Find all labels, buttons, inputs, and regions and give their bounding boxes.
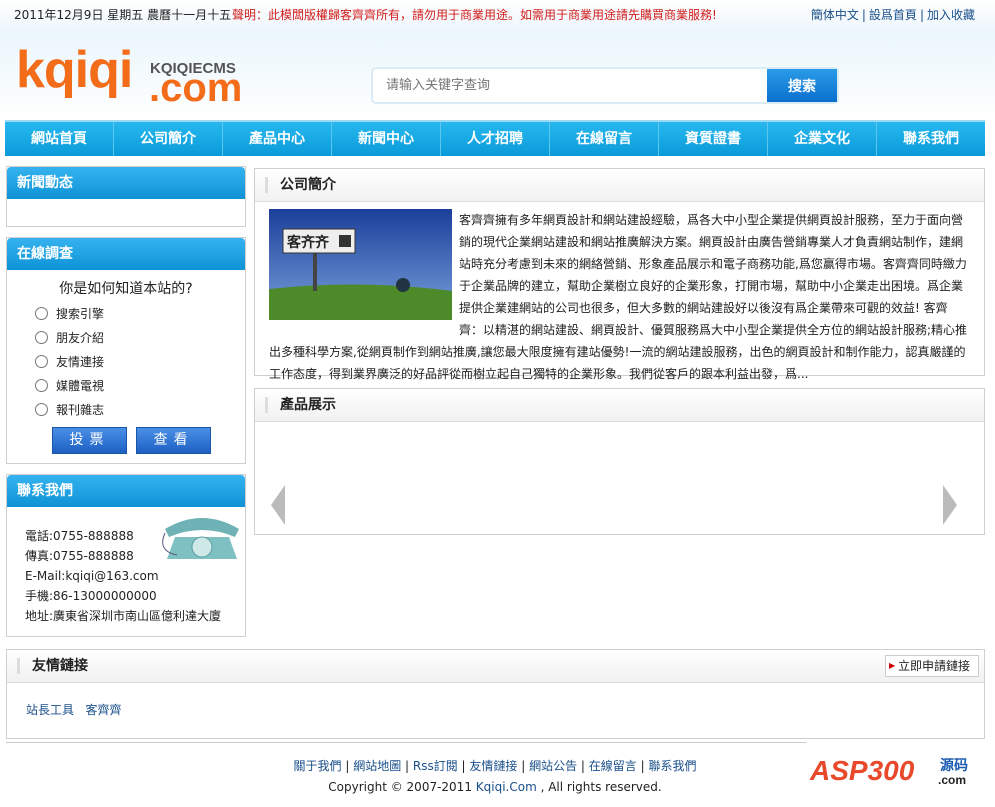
- apply-link-label: 立即申請鏈接: [897, 659, 970, 673]
- survey-option[interactable]: 搜索引擎: [7, 301, 245, 325]
- nav-certificates[interactable]: 資質證書: [659, 122, 768, 156]
- radio-button[interactable]: [35, 330, 48, 344]
- footer-link-notice[interactable]: 網站公告: [529, 759, 577, 773]
- nav-home[interactable]: 網站首頁: [5, 122, 114, 156]
- logo-domain: .com: [149, 66, 243, 110]
- products-panel: 產品展示: [254, 388, 985, 535]
- set-homepage-link[interactable]: 設爲首頁: [869, 8, 917, 22]
- badge-sub: 源码: [940, 758, 968, 774]
- option-label: 朋友介紹: [56, 330, 105, 345]
- contact-panel: 聯系我們 電話:0755-888888 傳真:0755-888888 E-Mai…: [6, 474, 246, 637]
- nav-products[interactable]: 產品中心: [223, 122, 332, 156]
- survey-option[interactable]: 朋友介紹: [7, 325, 245, 349]
- footer-link-rss[interactable]: Rss訂閱: [413, 759, 458, 773]
- date-text: 2011年12月9日 星期五 農曆十一月十五: [14, 8, 232, 22]
- badge-main: ASP300: [810, 755, 915, 786]
- nav-jobs[interactable]: 人才招聘: [441, 122, 550, 156]
- survey-option[interactable]: 友情連接: [7, 349, 245, 373]
- option-label: 報刊雜志: [56, 402, 105, 417]
- survey-title: 在線調查: [7, 238, 245, 270]
- radio-button[interactable]: [35, 378, 48, 392]
- survey-option[interactable]: 媒體電視: [7, 373, 245, 397]
- friend-link[interactable]: 站長工具: [26, 703, 74, 717]
- radio-button[interactable]: [35, 306, 48, 320]
- radio-button[interactable]: [35, 354, 48, 368]
- nav-culture[interactable]: 企業文化: [768, 122, 877, 156]
- products-title: 產品展示: [255, 389, 984, 422]
- top-bar: 2011年12月9日 星期五 農曆十一月十五 聲明：此模闆版權歸客齊齊所有，請勿…: [0, 0, 995, 30]
- option-label: 友情連接: [56, 354, 105, 369]
- simplified-chinese-link[interactable]: 簡体中文: [811, 8, 859, 22]
- copyright-text: Copyright © 2007-2011: [328, 780, 476, 794]
- main-nav: 網站首頁 公司簡介 產品中心 新聞中心 人才招聘 在線留言 資質證書 企業文化 …: [5, 120, 985, 156]
- view-results-button[interactable]: 查看: [136, 427, 211, 454]
- option-label: 媒體電視: [56, 378, 105, 393]
- asp300-badge: ASP300 源码 .com: [810, 745, 970, 795]
- site-link[interactable]: Kqiqi.Com: [476, 780, 537, 794]
- nav-contact[interactable]: 聯系我們: [877, 122, 985, 156]
- contact-title: 聯系我們: [7, 475, 245, 507]
- arrow-right-icon[interactable]: [941, 485, 959, 525]
- nav-about[interactable]: 公司簡介: [114, 122, 223, 156]
- footer-link-contact[interactable]: 聯系我們: [648, 759, 696, 773]
- friend-link[interactable]: 客齊齊: [85, 703, 121, 717]
- badge-domain: .com: [938, 773, 967, 787]
- about-text: 客齊齊擁有多年網頁設計和網站建設經驗，爲各大中小型企業提供網頁設計服務，至力于面…: [269, 209, 969, 385]
- apply-link-button[interactable]: ▶ 立即申請鏈接: [884, 655, 979, 677]
- friendlinks-title: 友情鏈接: [7, 650, 984, 683]
- survey-question: 你是如何知道本站的?: [59, 281, 193, 297]
- top-links: 簡体中文 | 設爲首頁 | 加入收藏: [810, 8, 975, 22]
- footer-link-message[interactable]: 在線留言: [589, 759, 637, 773]
- survey-panel: 在線調查 你是如何知道本站的? 搜索引擎 朋友介紹 友情連接 媒體電視 報刊雜志…: [6, 237, 246, 464]
- footer-link-sitemap[interactable]: 網站地圖: [353, 759, 401, 773]
- news-title: 新聞動态: [7, 167, 245, 199]
- contact-mobile: 手機:86-13000000000: [25, 589, 157, 603]
- copyright-suffix: , All rights reserved.: [536, 780, 662, 794]
- arrow-right-icon: ▶: [888, 661, 896, 670]
- contact-address: 地址:廣東省深圳市南山區億利達大廈: [25, 609, 222, 623]
- radio-button[interactable]: [35, 402, 48, 416]
- search-button[interactable]: 搜索: [767, 69, 837, 102]
- nav-message[interactable]: 在線留言: [550, 122, 659, 156]
- contact-email: E-Mail:kqiqi@163.com: [25, 569, 159, 583]
- search-input[interactable]: [373, 69, 763, 102]
- survey-option[interactable]: 報刊雜志: [7, 397, 245, 421]
- footer-divider: [6, 742, 806, 743]
- logo-main: kqiqi: [16, 41, 133, 99]
- footer-link-friends[interactable]: 友情鏈接: [469, 759, 517, 773]
- about-title: 公司簡介: [255, 169, 984, 202]
- vote-button[interactable]: 投票: [52, 427, 127, 454]
- copyright-notice: 聲明：此模闆版權歸客齊齊所有，請勿用于商業用途。如需用于商業用途請先購買商業服務…: [232, 8, 717, 22]
- news-panel: 新聞動态: [6, 166, 246, 227]
- friendlinks-panel: 友情鏈接 ▶ 立即申請鏈接 站長工具 客齊齊: [6, 649, 985, 739]
- add-favorite-link[interactable]: 加入收藏: [927, 8, 975, 22]
- arrow-left-icon[interactable]: [269, 485, 287, 525]
- search-box: 搜索: [371, 67, 839, 104]
- footer-link-about[interactable]: 關于我們: [294, 759, 342, 773]
- telephone-icon: [162, 518, 239, 559]
- nav-news[interactable]: 新聞中心: [332, 122, 441, 156]
- about-panel: 公司簡介 客齐齐 客齊齊擁有多年網頁設計和網站建設經驗，爲各大中小型企業提供網頁…: [254, 168, 985, 381]
- option-label: 搜索引擎: [56, 306, 105, 321]
